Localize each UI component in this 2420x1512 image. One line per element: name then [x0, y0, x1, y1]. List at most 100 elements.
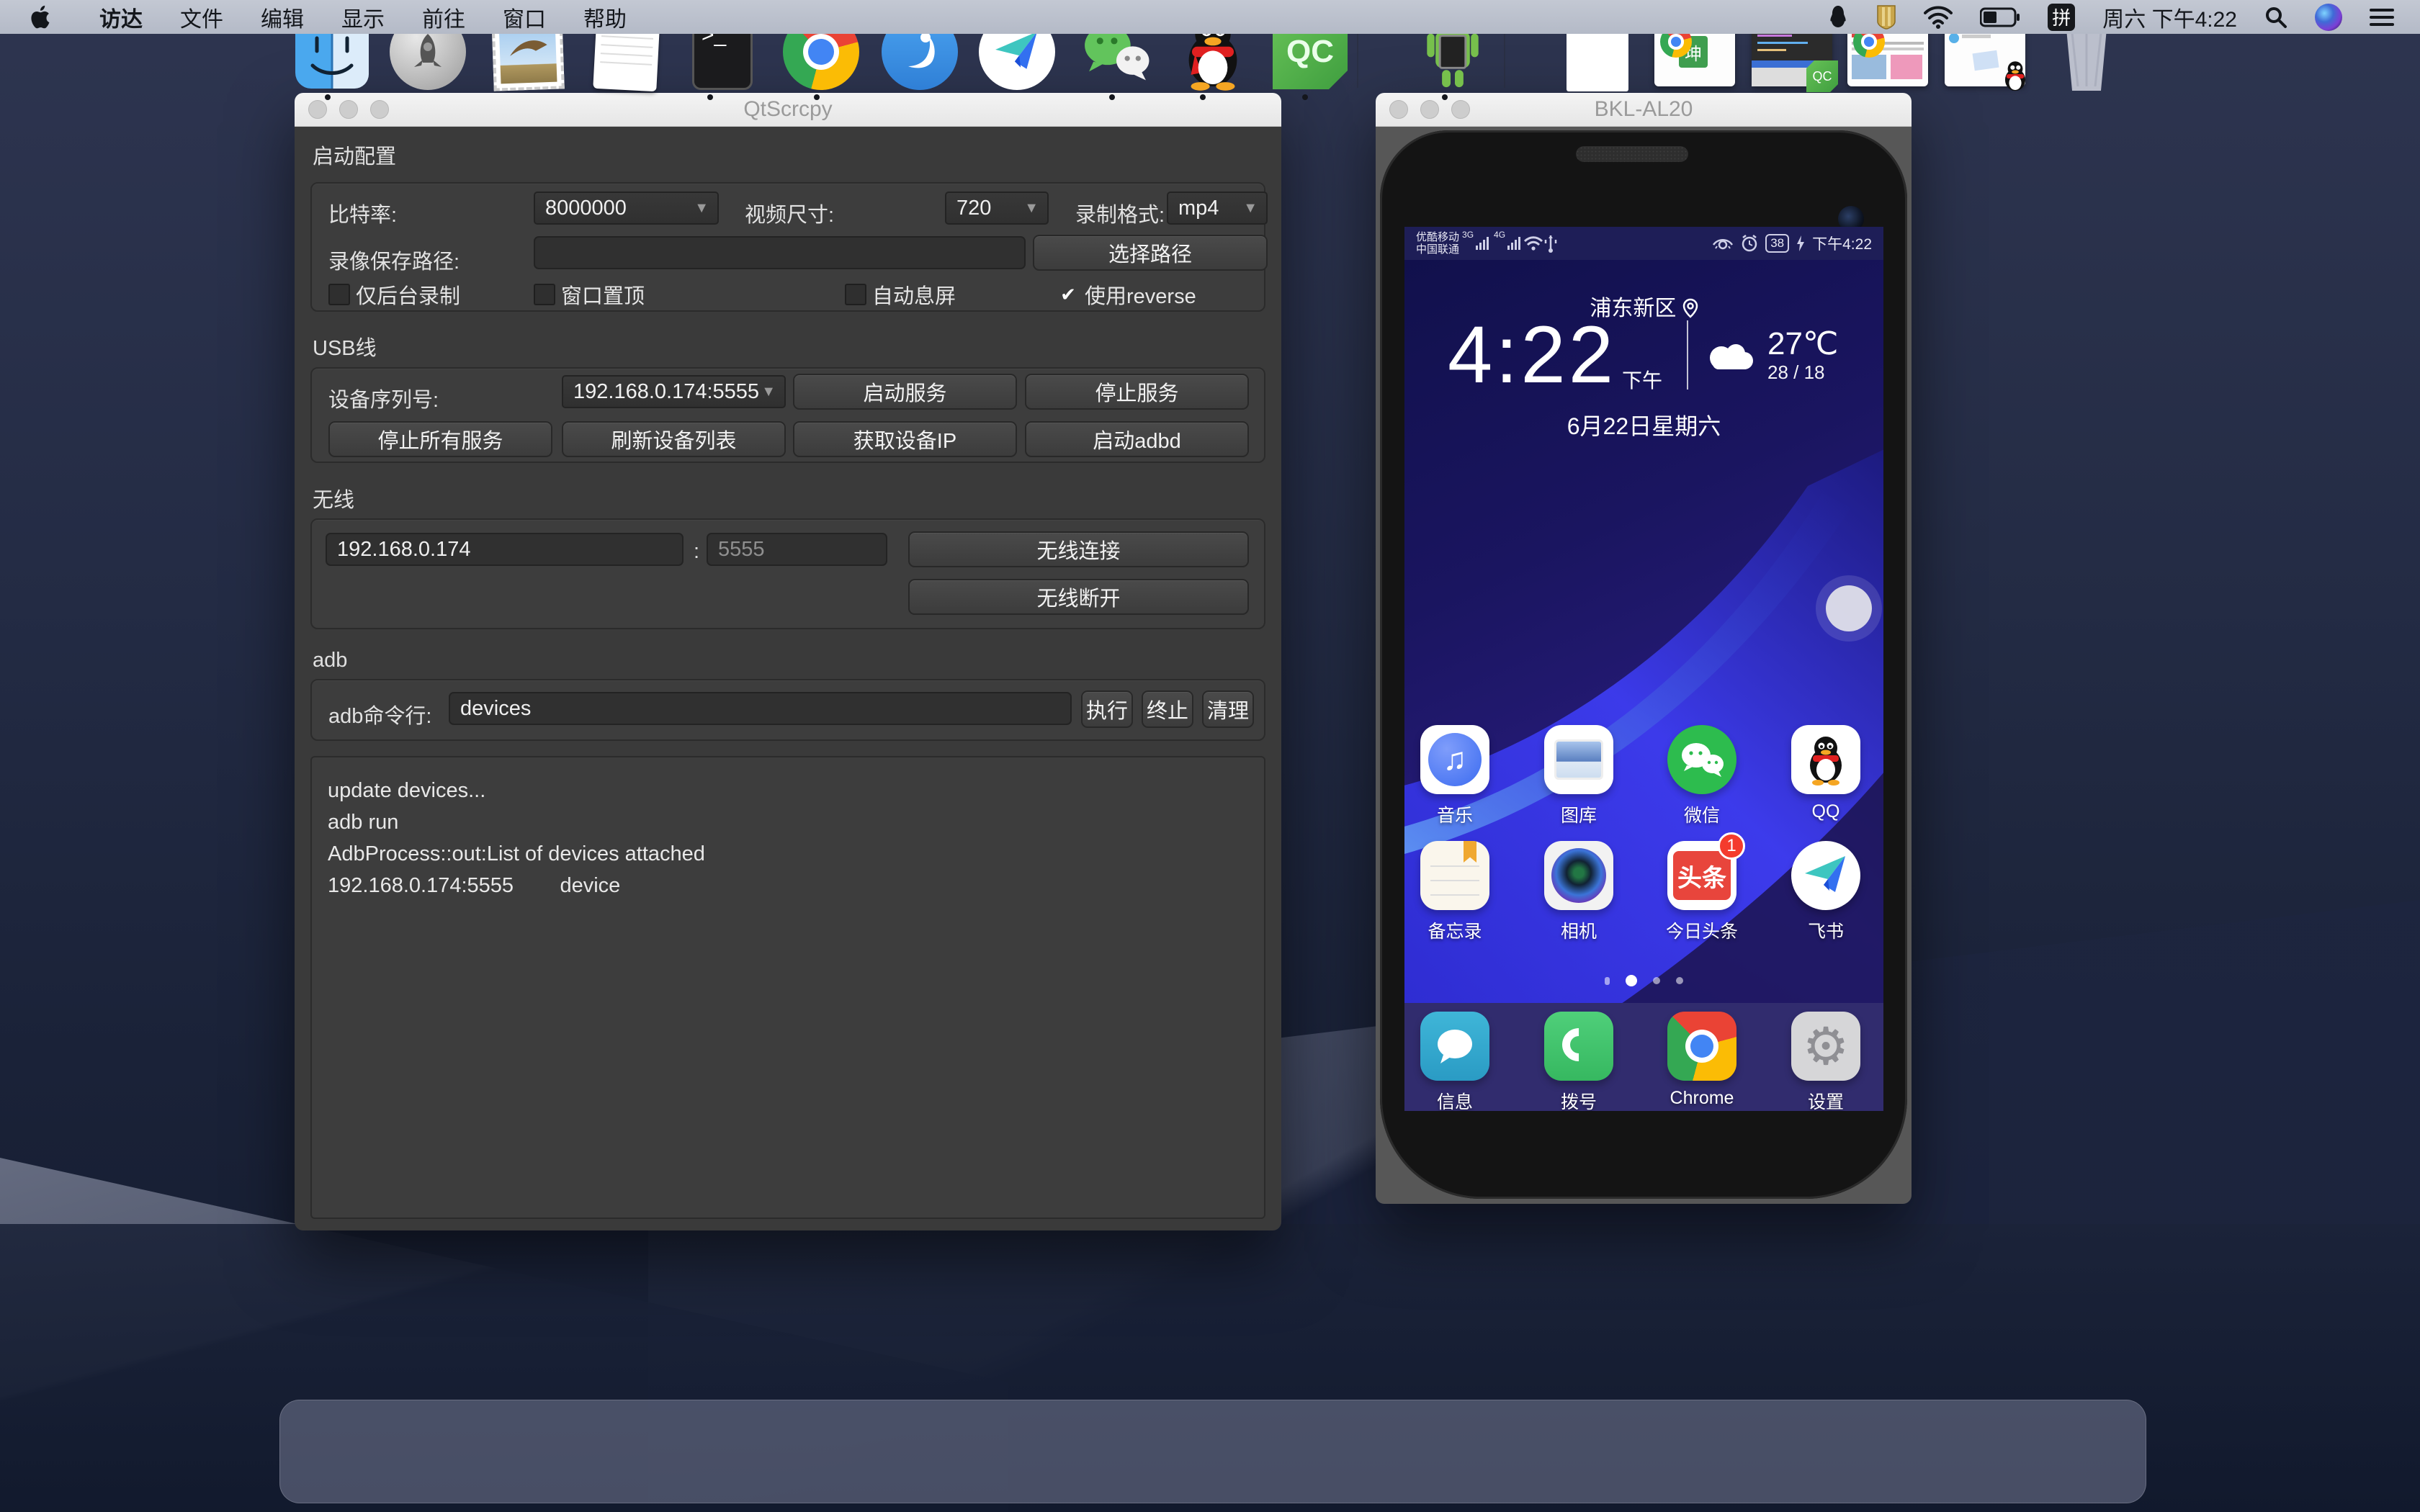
running-indicator: [1200, 94, 1206, 100]
adb-run-button[interactable]: 执行: [1081, 690, 1133, 728]
menu-edit[interactable]: 编辑: [242, 1, 323, 33]
shield-status-icon[interactable]: [1876, 4, 1896, 30]
net-4g-label: 4G: [1494, 230, 1505, 240]
apple-menu[interactable]: [30, 4, 52, 30]
camera-lens-icon: [1551, 848, 1606, 903]
battery-icon[interactable]: [1980, 7, 2020, 27]
carrier-2: 中国联通: [1416, 243, 1459, 256]
choose-path-button[interactable]: 选择路径: [1033, 235, 1268, 271]
app-music[interactable]: ♫ 音乐: [1415, 725, 1494, 827]
app-messages[interactable]: 信息: [1415, 1012, 1494, 1111]
menu-bar-clock[interactable]: 周六 下午4:22: [2102, 1, 2237, 33]
qtscrcpy-window: QtScrcpy 启动配置 比特率: 8000000▼ 视频尺寸: 720▼ 录…: [295, 93, 1281, 1230]
checkbox-icon: [328, 284, 350, 305]
record-format-combo[interactable]: mp4▼: [1167, 192, 1268, 225]
usb-section-label: USB线: [313, 331, 377, 361]
video-size-label: 视频尺寸:: [745, 198, 834, 228]
wireless-disconnect-button[interactable]: 无线断开: [908, 579, 1249, 615]
running-indicator: [1442, 94, 1448, 100]
stop-all-services-button[interactable]: 停止所有服务: [328, 421, 552, 457]
status-bar-time: 下午4:22: [1812, 233, 1872, 254]
bitrate-combo[interactable]: 8000000▼: [534, 192, 719, 225]
notification-center-icon[interactable]: [2370, 4, 2394, 30]
start-service-button[interactable]: 启动服务: [793, 374, 1017, 410]
get-device-ip-button[interactable]: 获取设备IP: [793, 421, 1017, 457]
app-settings[interactable]: ⚙ 设置: [1786, 1012, 1865, 1111]
wireless-ip-input[interactable]: 192.168.0.174: [326, 533, 684, 566]
assistive-ball[interactable]: [1826, 585, 1872, 631]
phone-titlebar[interactable]: BKL-AL20: [1376, 93, 1912, 127]
signal-bars-icon: [1476, 237, 1489, 250]
weather-widget[interactable]: 27℃ 28 / 18: [1703, 327, 1838, 384]
chevron-down-icon: ▼: [1243, 200, 1258, 217]
net-3g-label: 3G: [1462, 230, 1474, 240]
cloud-icon: [1703, 335, 1757, 375]
wireless-connect-button[interactable]: 无线连接: [908, 531, 1249, 567]
carrier-1: 优酷移动: [1416, 231, 1459, 243]
app-dialer[interactable]: 拨号: [1539, 1012, 1618, 1111]
toutiao-logo: 头条: [1673, 851, 1731, 900]
app-notes[interactable]: 备忘录: [1415, 841, 1494, 943]
qq-status-icon[interactable]: [1827, 4, 1849, 30]
clock-widget[interactable]: 4:22 下午 27℃ 28 / 18: [1448, 312, 1840, 398]
window-title: BKL-AL20: [1376, 97, 1912, 122]
stop-service-button[interactable]: 停止服务: [1025, 374, 1249, 410]
wireless-port-input[interactable]: 5555: [707, 533, 887, 566]
menu-finder[interactable]: 访达: [81, 1, 161, 33]
menu-go[interactable]: 前往: [403, 1, 484, 33]
temperature: 27℃: [1767, 327, 1838, 361]
start-adbd-button[interactable]: 启动adbd: [1025, 421, 1249, 457]
app-chrome[interactable]: Chrome: [1662, 1012, 1742, 1109]
window-on-top-checkbox[interactable]: 窗口置顶: [534, 279, 645, 310]
input-method-icon[interactable]: 拼: [2048, 4, 2075, 31]
page-dot: [1676, 977, 1683, 984]
log-line: AdbProcess::out:List of devices attached: [328, 838, 1248, 870]
auto-screen-off-checkbox[interactable]: 自动息屏: [845, 279, 956, 310]
menu-file[interactable]: 文件: [161, 1, 242, 33]
adb-log-output[interactable]: update devices... adb run AdbProcess::ou…: [310, 756, 1265, 1219]
app-gallery[interactable]: 图库: [1539, 725, 1618, 827]
chevron-down-icon: ▼: [694, 200, 709, 217]
refresh-device-list-button[interactable]: 刷新设备列表: [562, 421, 786, 457]
log-line: adb run: [328, 806, 1248, 838]
running-indicator: [1302, 94, 1308, 100]
video-size-combo[interactable]: 720▼: [945, 192, 1049, 225]
gear-icon: ⚙: [1803, 1016, 1850, 1076]
android-status-bar: 优酷移动 中国联通 3G 4G: [1404, 227, 1883, 260]
serial-combo[interactable]: 192.168.0.174:5555▼: [562, 375, 786, 408]
adb-group: adb命令行: devices 执行 终止 清理: [310, 679, 1265, 741]
phone-speaker: [1576, 146, 1688, 162]
adb-clear-button[interactable]: 清理: [1202, 690, 1254, 728]
menu-window[interactable]: 窗口: [484, 1, 565, 33]
eye-comfort-icon: [1712, 235, 1734, 251]
page-indicator: [1404, 977, 1883, 986]
app-camera[interactable]: 相机: [1539, 841, 1618, 943]
qq-penguin-icon: [1803, 734, 1848, 786]
rocket-icon: [407, 31, 449, 73]
window-title: QtScrcpy: [295, 97, 1281, 122]
chevron-down-icon: ▼: [761, 384, 776, 400]
app-toutiao[interactable]: 头条 1 今日头条: [1662, 841, 1742, 943]
record-path-input[interactable]: [534, 236, 1026, 269]
config-section-label: 启动配置: [313, 140, 396, 170]
use-reverse-checkbox[interactable]: ✔ 使用reverse: [1057, 279, 1196, 310]
wechat-bubbles-icon: [1678, 739, 1726, 780]
usb-group: 设备序列号: 192.168.0.174:5555▼ 启动服务 停止服务 停止所…: [310, 367, 1265, 463]
siri-icon[interactable]: [2315, 4, 2342, 31]
music-note-icon: ♫: [1428, 733, 1482, 786]
app-qq[interactable]: QQ: [1786, 725, 1865, 822]
app-wechat[interactable]: 微信: [1662, 725, 1742, 827]
app-feishu[interactable]: 飞书: [1786, 841, 1865, 943]
wifi-icon[interactable]: [1924, 6, 1953, 29]
spotlight-search-icon[interactable]: [2264, 6, 2287, 29]
background-record-checkbox[interactable]: 仅后台录制: [328, 279, 460, 310]
high-low-temp: 28 / 18: [1767, 361, 1838, 384]
menu-view[interactable]: 显示: [323, 1, 403, 33]
qtscrcpy-titlebar[interactable]: QtScrcpy: [295, 93, 1281, 127]
phone-screen[interactable]: 优酷移动 中国联通 3G 4G: [1404, 227, 1883, 1111]
adb-terminate-button[interactable]: 终止: [1142, 690, 1193, 728]
log-line: update devices...: [328, 775, 1248, 806]
running-indicator: [1109, 94, 1115, 100]
adb-cmd-input[interactable]: devices: [449, 692, 1072, 725]
menu-help[interactable]: 帮助: [565, 1, 645, 33]
